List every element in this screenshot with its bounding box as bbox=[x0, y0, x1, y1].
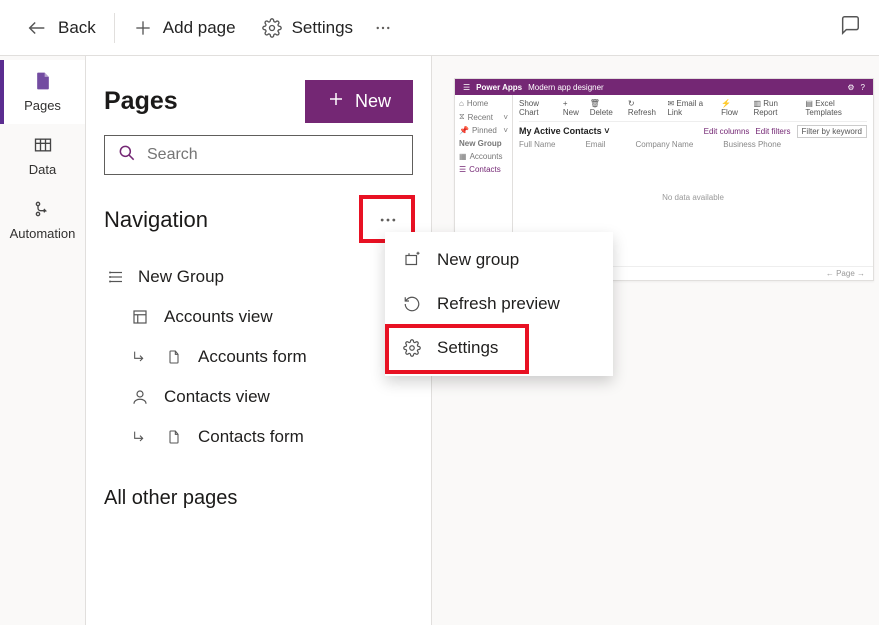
search-input-wrapper[interactable] bbox=[104, 135, 413, 175]
nav-item-accounts-form[interactable]: Accounts form bbox=[86, 337, 431, 377]
settings-label-top: Settings bbox=[292, 18, 353, 38]
nav-group[interactable]: New Group bbox=[86, 257, 431, 297]
add-page-label: Add page bbox=[163, 18, 236, 38]
back-button[interactable]: Back bbox=[14, 9, 108, 47]
cmd-delete: Delete bbox=[590, 108, 613, 117]
cmd-new: New bbox=[563, 108, 579, 117]
menu-new-group-label: New group bbox=[437, 250, 519, 270]
navigation-heading: Navigation bbox=[104, 207, 208, 233]
cmd-run-report: Run Report bbox=[753, 99, 777, 117]
col-email: Email bbox=[585, 140, 605, 149]
col-phone: Business Phone bbox=[723, 140, 781, 149]
hamburger-icon: ☰ bbox=[463, 83, 470, 92]
col-fullname: Full Name bbox=[519, 140, 555, 149]
subpage-arrow-icon bbox=[130, 349, 150, 365]
preview-app-name: Modern app designer bbox=[528, 83, 604, 92]
context-menu: New group Refresh preview Settings bbox=[385, 232, 613, 376]
separator bbox=[114, 13, 115, 43]
gear-icon bbox=[403, 339, 423, 357]
new-button[interactable]: New bbox=[305, 80, 413, 123]
all-other-pages-heading: All other pages bbox=[86, 463, 431, 534]
rail-data[interactable]: Data bbox=[0, 124, 85, 188]
new-label: New bbox=[355, 91, 391, 112]
flow-icon bbox=[33, 199, 53, 222]
preview-side-accounts: Accounts bbox=[470, 152, 503, 161]
rail-automation[interactable]: Automation bbox=[0, 188, 85, 252]
nav-item-contacts-form[interactable]: Contacts form bbox=[86, 417, 431, 457]
cmd-flow: Flow bbox=[721, 108, 738, 117]
view-icon bbox=[130, 308, 150, 326]
nav-item-contacts-view[interactable]: Contacts view bbox=[86, 377, 431, 417]
page-icon bbox=[164, 429, 184, 445]
preview-side-home: Home bbox=[467, 99, 488, 108]
nav-item-label: Accounts view bbox=[164, 307, 273, 327]
nav-item-accounts-view[interactable]: Accounts view bbox=[86, 297, 431, 337]
menu-refresh-preview[interactable]: Refresh preview bbox=[385, 282, 613, 326]
page-icon bbox=[33, 71, 53, 94]
plus-icon bbox=[133, 18, 153, 38]
refresh-icon bbox=[403, 295, 423, 313]
rail-automation-label: Automation bbox=[10, 226, 76, 241]
back-label: Back bbox=[58, 18, 96, 38]
help-icon: ? bbox=[861, 83, 865, 92]
settings-button-top[interactable]: Settings bbox=[250, 10, 365, 46]
menu-new-group[interactable]: New group bbox=[385, 238, 613, 282]
search-input[interactable] bbox=[147, 146, 400, 164]
comment-icon[interactable] bbox=[839, 14, 861, 41]
subpage-arrow-icon bbox=[130, 429, 150, 445]
preview-side-contacts: Contacts bbox=[469, 165, 501, 174]
nav-item-label: Contacts view bbox=[164, 387, 270, 407]
arrow-left-icon bbox=[26, 17, 48, 39]
preview-side-pinned: Pinned bbox=[472, 126, 497, 135]
preview-edit-columns: Edit columns bbox=[704, 127, 750, 136]
new-group-icon bbox=[403, 251, 423, 269]
menu-refresh-label: Refresh preview bbox=[437, 294, 560, 314]
rail-pages[interactable]: Pages bbox=[0, 60, 85, 124]
table-icon bbox=[33, 135, 53, 158]
preview-view-title: My Active Contacts bbox=[519, 126, 602, 136]
panel-title: Pages bbox=[104, 87, 178, 116]
cmd-email-link: Email a Link bbox=[667, 99, 703, 117]
cmd-excel-templates: Excel Templates bbox=[805, 99, 841, 117]
topbar-more-button[interactable] bbox=[367, 12, 399, 44]
menu-settings[interactable]: Settings bbox=[385, 326, 613, 370]
group-icon bbox=[106, 268, 126, 286]
gear-icon: ⚙ bbox=[847, 83, 854, 92]
plus-icon bbox=[327, 90, 345, 113]
cmd-refresh: Refresh bbox=[628, 108, 656, 117]
person-icon bbox=[130, 388, 150, 406]
nav-group-label: New Group bbox=[138, 267, 224, 287]
cmd-show-chart: Show Chart bbox=[519, 99, 557, 117]
add-page-button[interactable]: Add page bbox=[121, 10, 248, 46]
rail-data-label: Data bbox=[29, 162, 56, 177]
preview-brand: Power Apps bbox=[476, 83, 522, 92]
preview-side-recent: Recent bbox=[468, 113, 493, 122]
menu-settings-label: Settings bbox=[437, 338, 498, 358]
nav-item-label: Accounts form bbox=[198, 347, 307, 367]
preview-filter-box: Filter by keyword bbox=[797, 125, 867, 138]
gear-icon bbox=[262, 18, 282, 38]
nav-item-label: Contacts form bbox=[198, 427, 304, 447]
preview-edit-filters: Edit filters bbox=[755, 127, 790, 136]
page-icon bbox=[164, 349, 184, 365]
preview-side-group: New Group bbox=[459, 139, 508, 148]
col-company: Company Name bbox=[635, 140, 693, 149]
preview-footer-page: Page bbox=[836, 269, 855, 278]
rail-pages-label: Pages bbox=[24, 98, 61, 113]
search-icon bbox=[117, 143, 137, 168]
